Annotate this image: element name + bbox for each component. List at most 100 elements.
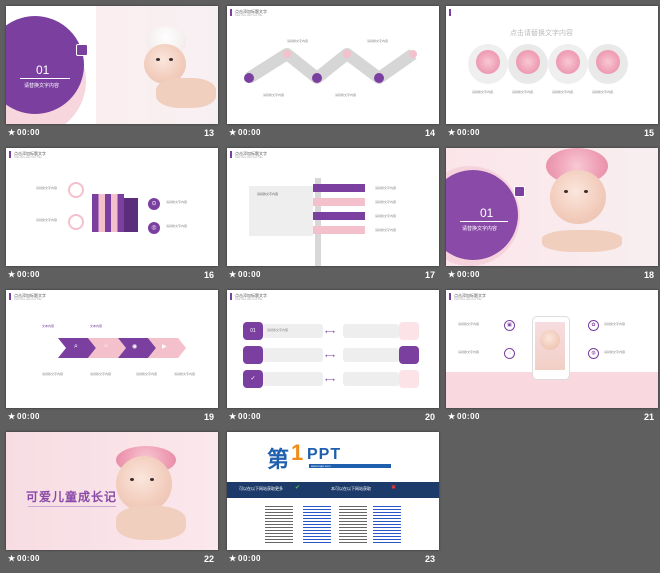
- slide-19-canvas: 点击添加标题文字 Click Here Add Your Title 文本内容 …: [6, 290, 218, 408]
- link-list: [339, 504, 367, 544]
- baby-eye: [130, 478, 134, 481]
- star-icon: ★: [8, 412, 16, 421]
- logo-char: 第: [267, 447, 290, 472]
- slide-subtitle: Click Here Add Your Title: [235, 156, 263, 159]
- slide-meta: ★ 00:00 13: [6, 126, 218, 142]
- label: 请替换文字内容: [166, 200, 188, 204]
- search-icon: ⌕: [74, 343, 78, 350]
- label: 请替换文字内容: [375, 228, 397, 232]
- label: 请替换文字内容: [375, 200, 397, 204]
- slide-thumb-13[interactable]: 01 请替换文字内容 ★ 00:00 13: [6, 6, 218, 143]
- slide-16-canvas: 点击添加标题文字 Click Here Add Your Title ⊙ ◎ 请…: [6, 148, 218, 266]
- cover-title: 可爱儿童成长记: [26, 490, 118, 504]
- logo-text: PPT: [307, 446, 342, 463]
- link-list: [265, 504, 293, 544]
- sign-arrow: [313, 198, 365, 206]
- slide-20-canvas: 点击添加标题文字 Click Here Add Your Title 01 ✓ …: [227, 290, 439, 408]
- slide-thumb-18[interactable]: 01 请替换文字内容 ★ 00:00 18: [446, 148, 658, 285]
- slide-number: 16: [203, 270, 214, 280]
- text-panel: [343, 372, 399, 386]
- slide-timing: 00:00: [238, 270, 261, 279]
- slide-timing: 00:00: [457, 270, 480, 279]
- baby-photo: [476, 50, 500, 74]
- slide-21-canvas: 点击添加标题文字 Click Here Add Your Title ▣ ◌ ✿…: [446, 290, 658, 408]
- slide-thumb-20[interactable]: 点击添加标题文字 Click Here Add Your Title 01 ✓ …: [227, 290, 439, 427]
- step-badge: [243, 346, 263, 364]
- star-icon: ★: [229, 128, 237, 137]
- baby-arms: [542, 230, 622, 252]
- banner-left: 可以在以下网站获取更多: [239, 486, 283, 491]
- star-icon: ★: [448, 128, 456, 137]
- sign-arrow: [313, 226, 365, 234]
- slide-number: 14: [424, 128, 435, 138]
- slide-number: 21: [643, 412, 654, 422]
- star-icon: ★: [448, 412, 456, 421]
- slide-number: 15: [643, 128, 654, 138]
- slide-number: 13: [203, 128, 214, 138]
- section-number: 01: [480, 206, 494, 220]
- label: 请替换文字内容: [174, 372, 196, 376]
- divider: [28, 506, 116, 507]
- star-icon: ★: [229, 412, 237, 421]
- label: 请替换文字内容: [267, 328, 289, 332]
- label: 请替换文字内容: [42, 372, 64, 376]
- slide-number: 23: [424, 554, 435, 564]
- gear-icon: ✿: [588, 320, 599, 331]
- logo-url: www.1ppt.com: [309, 464, 391, 468]
- label: 请替换文字内容: [90, 372, 112, 376]
- slide-meta: ★ 00:00 23: [227, 552, 439, 568]
- label: 请替换文字内容: [375, 186, 397, 190]
- circle-icon: [68, 182, 84, 198]
- baby-photo: [516, 50, 540, 74]
- baby-eye: [169, 58, 173, 61]
- slide-thumb-16[interactable]: 点击添加标题文字 Click Here Add Your Title ⊙ ◎ 请…: [6, 148, 218, 285]
- slide-number: 17: [424, 270, 435, 280]
- label: 请替换文字内容: [335, 93, 357, 97]
- label: 请替换文字内容: [263, 93, 285, 97]
- slide-thumb-15[interactable]: 点击请替换文字内容 请替换文字内容 请替换文字内容 请替换文字内容 请替换文字内…: [446, 6, 658, 143]
- slide-thumb-17[interactable]: 点击添加标题文字 Click Here Add Your Title 请替换文字…: [227, 148, 439, 285]
- label: 请替换文字内容: [458, 322, 480, 326]
- slide-thumb-23[interactable]: 第 1 PPT www.1ppt.com 可以在以下网站获取更多 ✔ 本可以在以…: [227, 432, 439, 569]
- banner-right: 本可以在以下网站获取: [331, 486, 371, 491]
- slide-17-canvas: 点击添加标题文字 Click Here Add Your Title 请替换文字…: [227, 148, 439, 266]
- slide-14-canvas: 点击添加标题文字 Click Here Add Your Title 请替换文字…: [227, 6, 439, 124]
- image-icon: ▣: [504, 320, 515, 331]
- star-icon: ★: [229, 554, 237, 563]
- slide-timing: 00:00: [17, 412, 40, 421]
- label: 请替换文字内容: [36, 186, 58, 190]
- label: 请替换文字内容: [287, 39, 309, 43]
- sign-arrow: [313, 184, 365, 192]
- slide-thumb-21[interactable]: 点击添加标题文字 Click Here Add Your Title ▣ ◌ ✿…: [446, 290, 658, 427]
- baby-eye: [584, 190, 588, 193]
- slide-meta: ★ 00:00 15: [446, 126, 658, 142]
- star-icon: ★: [8, 554, 16, 563]
- label: 请替换文字内容: [552, 90, 574, 94]
- slide-thumb-14[interactable]: 点击添加标题文字 Click Here Add Your Title 请替换文字…: [227, 6, 439, 143]
- label: 请替换文字内容: [136, 372, 158, 376]
- slide-title: 点击请替换文字内容: [510, 30, 573, 37]
- slide-thumb-22[interactable]: 可爱儿童成长记 ★ 00:00 22: [6, 432, 218, 569]
- circle-icon: [68, 214, 84, 230]
- baby-face: [116, 456, 172, 512]
- slide-meta: ★ 00:00 18: [446, 268, 658, 284]
- divider: [20, 78, 70, 79]
- slide-meta: ★ 00:00 20: [227, 410, 439, 426]
- slide-23-canvas: 第 1 PPT www.1ppt.com 可以在以下网站获取更多 ✔ 本可以在以…: [227, 432, 439, 550]
- check-icon: ✓: [243, 370, 263, 388]
- slide-thumb-19[interactable]: 点击添加标题文字 Click Here Add Your Title 文本内容 …: [6, 290, 218, 427]
- baby-photo: [596, 50, 620, 74]
- slide-meta: ★ 00:00 16: [6, 268, 218, 284]
- star-icon: ★: [8, 270, 16, 279]
- slide-meta: ★ 00:00 21: [446, 410, 658, 426]
- baby-eye: [564, 190, 568, 193]
- play-icon: ▶: [162, 344, 167, 350]
- label: 请替换文字内容: [592, 90, 614, 94]
- home-icon: ⌂: [104, 343, 108, 349]
- label: 请替换文字内容: [512, 90, 534, 94]
- slide-timing: 00:00: [238, 554, 261, 563]
- link-list: [303, 504, 331, 544]
- star-icon: ★: [448, 270, 456, 279]
- zigzag-diagram: [244, 48, 417, 84]
- slide-18-canvas: 01 请替换文字内容: [446, 148, 658, 266]
